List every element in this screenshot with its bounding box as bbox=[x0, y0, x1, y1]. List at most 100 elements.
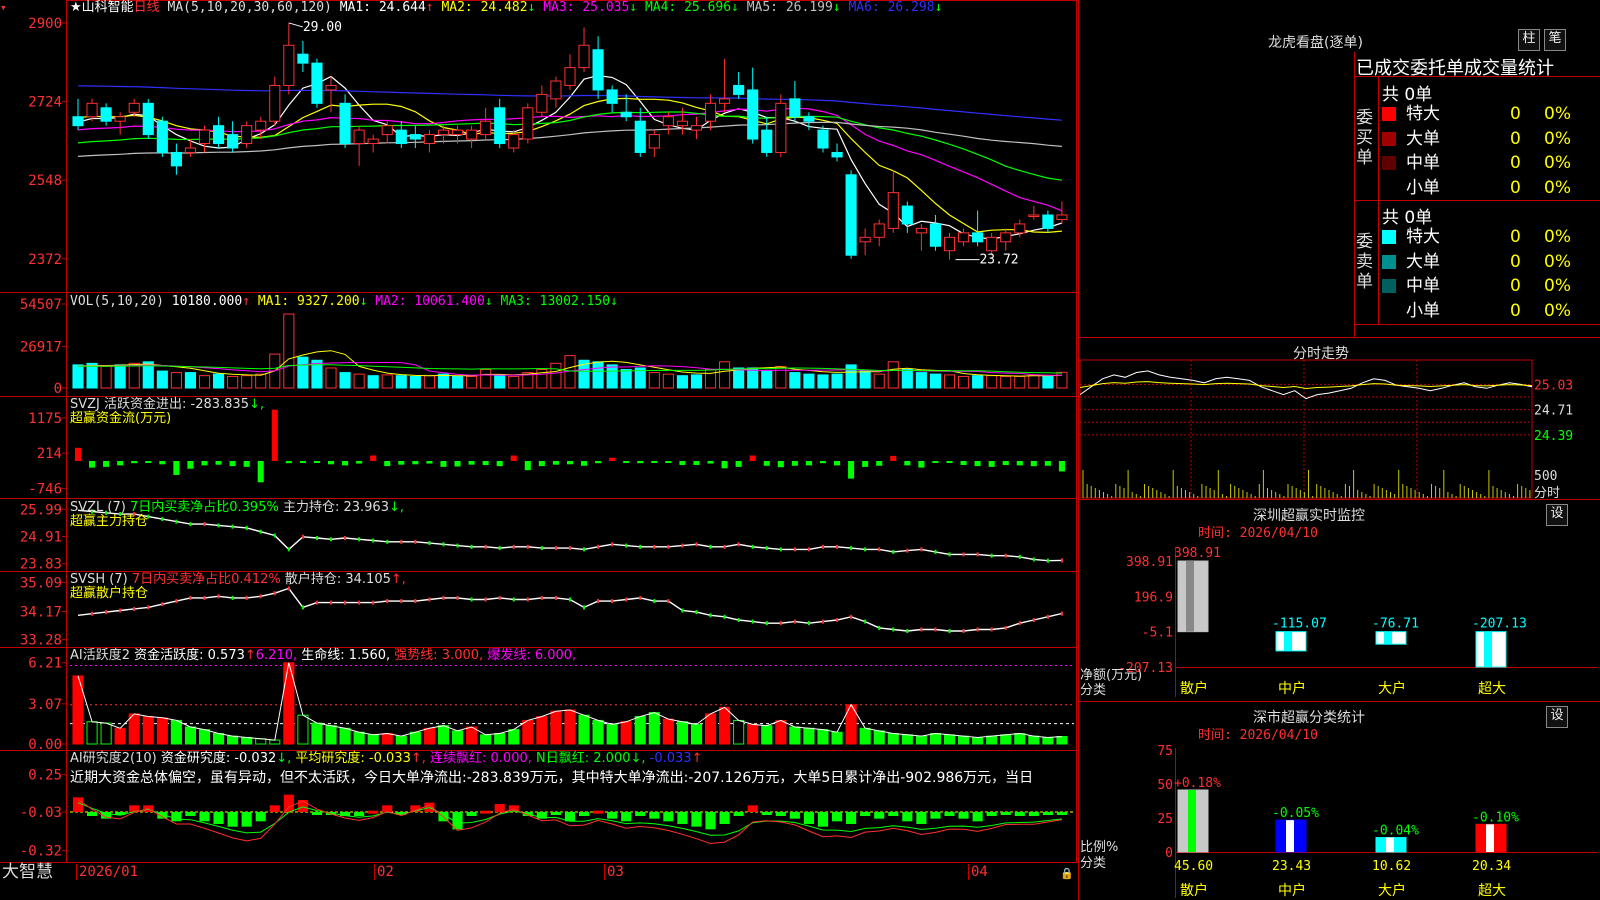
svzl-point bbox=[751, 544, 754, 549]
activity-bar bbox=[676, 721, 688, 745]
fund-flow-bar bbox=[693, 461, 700, 466]
intraday-y-tick: 25.03 bbox=[1534, 378, 1573, 393]
svsh-point bbox=[231, 595, 234, 600]
brand-logo[interactable]: 大智慧 bbox=[2, 862, 53, 882]
candle-body bbox=[761, 129, 773, 153]
svsh-point bbox=[372, 600, 375, 605]
volume-bar bbox=[1000, 375, 1012, 389]
low-price-label: 23.72 bbox=[979, 253, 1018, 268]
order-size-name: 中单 bbox=[1406, 153, 1440, 173]
fund-flow-bar bbox=[74, 447, 82, 461]
research-bar bbox=[775, 812, 786, 816]
fund-flow-bar bbox=[1044, 461, 1051, 466]
svzl-point bbox=[442, 542, 445, 547]
ma-line-3 bbox=[77, 107, 1063, 212]
svzj-arrow: ↓, bbox=[248, 397, 265, 412]
order-percent: 0% bbox=[1544, 153, 1571, 173]
fund-flow-bar bbox=[159, 461, 166, 465]
sell-total: 共 0单 bbox=[1382, 208, 1433, 228]
main-chart-area[interactable]: 2900 2724 2548 2372 29.00 23.72 54507 26917 0 117… bbox=[0, 0, 1078, 880]
activity-bar bbox=[114, 727, 126, 745]
buy-orders-label: 委买单 bbox=[1356, 108, 1373, 168]
classify-settings-button[interactable]: 设 bbox=[1546, 706, 1568, 728]
activity-bar bbox=[873, 730, 885, 745]
svsh-point bbox=[189, 595, 192, 600]
svzl-point bbox=[836, 544, 839, 549]
candle-body bbox=[128, 102, 140, 113]
candle-body bbox=[915, 227, 927, 234]
research-bar bbox=[691, 812, 702, 827]
candle bbox=[1042, 210, 1054, 233]
ai-n-red: N日飘红: 2.000 bbox=[536, 751, 631, 766]
ai-research-value: 资金研究度: -0.032 bbox=[160, 751, 277, 766]
candle bbox=[114, 112, 126, 135]
candle bbox=[733, 72, 745, 99]
svzl-point bbox=[864, 547, 867, 552]
monitor-settings-button[interactable]: 设 bbox=[1546, 504, 1568, 526]
candle-body bbox=[142, 102, 154, 136]
classify-category-label: 超大 bbox=[1478, 883, 1506, 899]
candle-body bbox=[283, 44, 295, 86]
ai-research-y-tick: -0.32 bbox=[20, 844, 62, 860]
fund-flow-bar bbox=[932, 461, 939, 463]
activity-bar bbox=[648, 712, 660, 745]
vol-arrow: ↑ bbox=[242, 294, 251, 309]
monitor-bar-stripe bbox=[1186, 561, 1194, 632]
candle bbox=[845, 170, 857, 259]
pen-mode-button[interactable]: 笔 bbox=[1544, 29, 1566, 51]
svsh-point bbox=[695, 610, 698, 615]
svsh-y-tick: 33.28 bbox=[20, 633, 62, 649]
vol-legend-item: MA1: 9327.200 bbox=[250, 294, 360, 309]
monitor-category-label: 中户 bbox=[1278, 680, 1306, 697]
candle-body bbox=[381, 125, 393, 136]
activity-bar bbox=[662, 718, 674, 745]
order-percent: 0% bbox=[1544, 104, 1571, 124]
svsh-point bbox=[667, 599, 670, 604]
ai-research-y-tick: 0.25 bbox=[28, 768, 62, 784]
svzl-point bbox=[526, 544, 529, 549]
ai-research-arrow: ↓, bbox=[276, 751, 292, 766]
ma-legend-item: MA4: 25.696 bbox=[637, 0, 732, 15]
stock-name[interactable]: ★山科智能 bbox=[70, 0, 134, 15]
candle-body bbox=[339, 102, 351, 145]
ai-active-y-tick: 6.21 bbox=[28, 656, 62, 672]
svsh-title: SVSH (7) bbox=[70, 572, 128, 587]
candle bbox=[817, 125, 829, 153]
activity-bar bbox=[1028, 735, 1040, 745]
candle-body bbox=[817, 129, 829, 149]
ai-research-header: AI研究度2(10) 资金研究度: -0.032↓, 平均研究度: -0.033… bbox=[70, 751, 703, 767]
lock-icon[interactable]: 🔒 bbox=[1060, 866, 1074, 882]
activity-bar bbox=[227, 735, 239, 745]
activity-bar bbox=[480, 734, 492, 745]
candle bbox=[578, 27, 590, 73]
research-bar bbox=[1028, 812, 1039, 816]
research-bar bbox=[480, 810, 491, 814]
ma-legend-arrow: ↓ bbox=[629, 0, 638, 15]
volume-bar bbox=[395, 375, 407, 389]
volume-bar bbox=[1014, 375, 1026, 389]
period-label[interactable]: 日线 bbox=[134, 0, 160, 15]
svsh-point bbox=[540, 595, 543, 600]
activity-bar bbox=[957, 735, 970, 745]
order-size-name: 特大 bbox=[1406, 104, 1440, 124]
activity-bar bbox=[986, 735, 998, 745]
volume-bar bbox=[620, 369, 632, 389]
svsh-point bbox=[442, 595, 445, 600]
candle-body bbox=[1042, 214, 1054, 229]
candle-body bbox=[592, 49, 604, 91]
fund-flow-bar bbox=[805, 461, 812, 466]
activity-bar bbox=[409, 731, 421, 745]
monitor-title: 深圳超赢实时监控 bbox=[1253, 508, 1365, 524]
ai-active-title: AI活跃度2 bbox=[70, 648, 130, 663]
svsh-point bbox=[653, 599, 656, 604]
bar-mode-button[interactable]: 柱 bbox=[1518, 29, 1540, 51]
svsh-point bbox=[765, 621, 768, 626]
candle bbox=[690, 116, 703, 140]
fund-flow-bar bbox=[229, 461, 236, 467]
candle-body bbox=[676, 120, 688, 127]
research-bar bbox=[930, 812, 941, 819]
svzl-point bbox=[793, 547, 796, 552]
activity-bar bbox=[423, 727, 435, 745]
svsh-point bbox=[259, 594, 262, 599]
volume-bar bbox=[747, 367, 759, 389]
